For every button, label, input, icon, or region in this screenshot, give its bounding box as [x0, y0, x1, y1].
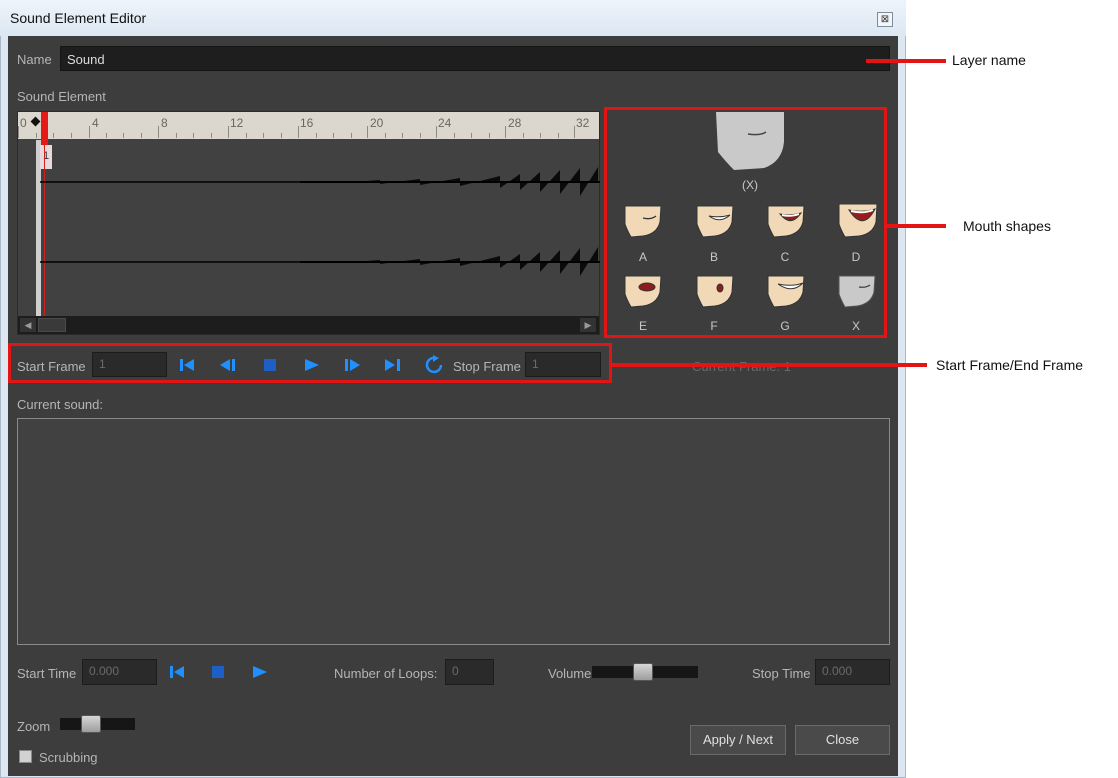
previous-frame-icon[interactable] [218, 357, 238, 373]
waveform-channel-2 [40, 247, 600, 277]
layer-name-callout-line [866, 59, 946, 63]
mouth-label: C [780, 250, 790, 264]
mouth-x-icon[interactable] [837, 274, 877, 308]
number-of-loops-input[interactable]: 0 [445, 659, 494, 685]
go-to-first-frame-icon[interactable] [178, 357, 198, 373]
mouth-label: D [851, 250, 861, 264]
mouth-label: X [851, 319, 860, 333]
ruler-tick-label: 12 [230, 116, 244, 130]
ruler-tick-label: 8 [161, 116, 168, 130]
close-button[interactable]: Close [795, 725, 890, 755]
stop-icon[interactable] [262, 357, 278, 373]
sound-play-icon[interactable] [250, 664, 270, 680]
mouth-label: A [638, 250, 647, 264]
mouth-label: G [780, 319, 790, 333]
scrubbing-label: Scrubbing [39, 750, 98, 765]
ruler-tick-label: 20 [370, 116, 384, 130]
ruler-tick-label: 4 [92, 116, 99, 130]
stop-frame-label: Stop Frame [453, 359, 521, 374]
name-label: Name [17, 52, 52, 67]
mouth-label: E [638, 319, 647, 333]
mouth-a-icon[interactable] [623, 204, 663, 238]
mouth-d-icon[interactable] [837, 202, 879, 238]
current-sound-label: Current sound: [17, 397, 103, 412]
start-frame-input[interactable]: 1 [92, 352, 167, 377]
mouth-b-icon[interactable] [695, 204, 735, 238]
sound-stop-icon[interactable] [210, 664, 226, 680]
window-title: Sound Element Editor [10, 10, 147, 26]
start-frame-label: Start Frame [17, 359, 86, 374]
frame-ruler[interactable]: 0 4 8 12 16 20 24 28 32 [18, 112, 599, 139]
scrollbar-thumb[interactable] [38, 318, 66, 332]
ruler-tick-label: 24 [438, 116, 452, 130]
loop-icon[interactable] [424, 355, 446, 375]
zoom-slider-thumb[interactable] [80, 715, 101, 733]
volume-slider-thumb[interactable] [633, 663, 654, 681]
current-mouth-label: (X) [742, 178, 758, 192]
scroll-right-arrow-icon[interactable]: ▶ [580, 318, 596, 332]
play-icon[interactable] [302, 357, 322, 373]
ruler-tick-label: 32 [576, 116, 590, 130]
next-frame-icon[interactable] [343, 357, 363, 373]
start-end-frame-callout: Start Frame/End Frame [936, 357, 1084, 373]
sound-element-label: Sound Element [17, 89, 106, 104]
layer-name-callout: Layer name [952, 52, 1026, 68]
stop-frame-input[interactable]: 1 [525, 352, 601, 377]
start-time-input[interactable]: 0.000 [82, 659, 157, 685]
start-end-frame-callout-line [612, 363, 927, 367]
mouth-g-icon[interactable] [766, 274, 806, 308]
mouth-label: B [709, 250, 718, 264]
playhead-handle[interactable] [41, 112, 48, 145]
zoom-label: Zoom [17, 719, 51, 734]
window-close-button[interactable]: ⊠ [877, 12, 893, 27]
mouth-shapes-callout: Mouth shapes [963, 218, 1051, 234]
timeline-horizontal-scrollbar[interactable] [18, 316, 599, 334]
current-mouth-x-icon [716, 112, 784, 170]
scroll-left-arrow-icon[interactable]: ◀ [20, 318, 36, 332]
number-of-loops-label: Number of Loops: [334, 666, 438, 681]
ruler-tick-label: 28 [508, 116, 522, 130]
waveform-channel-1 [40, 167, 600, 197]
sound-go-to-start-icon[interactable] [168, 664, 188, 680]
mouth-shapes-callout-line [886, 224, 946, 228]
stop-time-input[interactable]: 0.000 [815, 659, 890, 685]
current-sound-area [17, 418, 890, 645]
scrubbing-checkbox[interactable] [19, 750, 32, 763]
start-time-label: Start Time [17, 666, 77, 681]
mouth-e-icon[interactable] [623, 274, 663, 308]
ruler-tick-label: 0 [20, 116, 27, 130]
volume-label: Volume [548, 666, 592, 681]
stop-time-label: Stop Time [752, 666, 811, 681]
mouth-f-icon[interactable] [695, 274, 735, 308]
audio-waveform [40, 167, 600, 277]
apply-next-button[interactable]: Apply / Next [690, 725, 786, 755]
ruler-tick-label: 16 [300, 116, 314, 130]
mouth-c-icon[interactable] [766, 204, 806, 238]
mouth-label: F [710, 319, 718, 333]
layer-name-input[interactable]: Sound [60, 46, 890, 71]
go-to-last-frame-icon[interactable] [383, 357, 403, 373]
